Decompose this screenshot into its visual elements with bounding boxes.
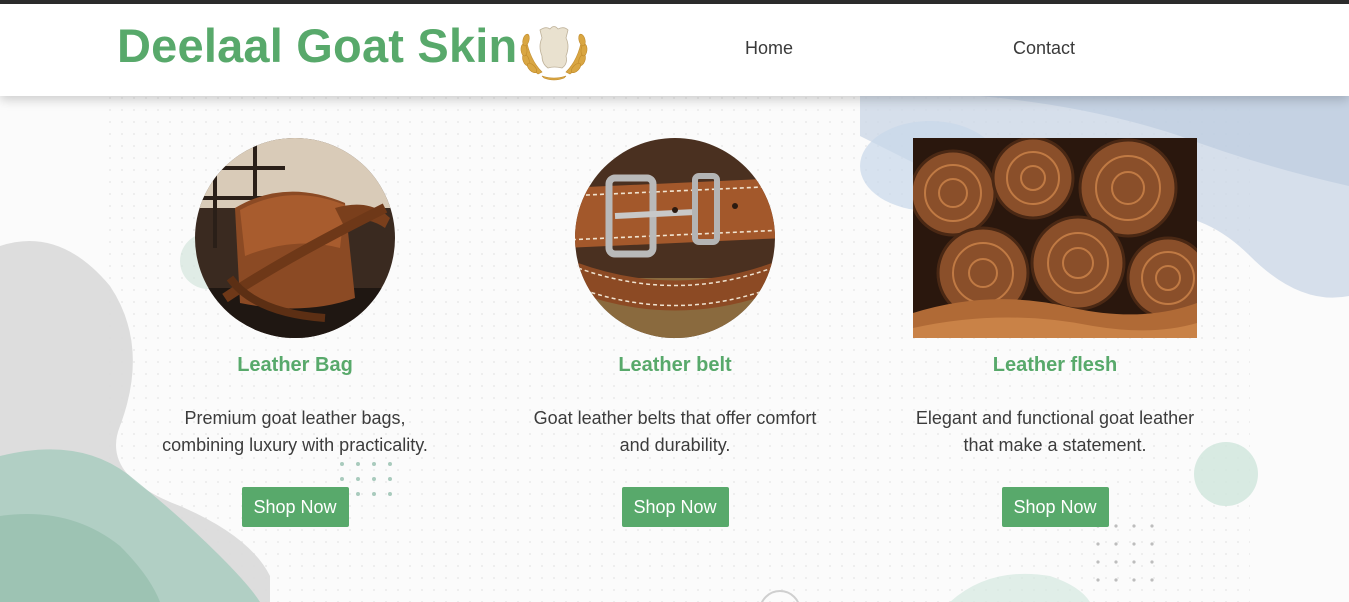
nav-contact-link[interactable]: Contact bbox=[1013, 38, 1075, 59]
product-card-leather-flesh: Leather flesh Elegant and functional goa… bbox=[865, 138, 1245, 527]
product-card-leather-belt: Leather belt Goat leather belts that off… bbox=[485, 138, 865, 527]
product-description: Premium goat leather bags, combining lux… bbox=[162, 408, 428, 455]
brand-title[interactable]: Deelaal Goat Skin bbox=[117, 18, 517, 73]
leather-rolls-photo[interactable] bbox=[913, 138, 1197, 338]
shop-now-button[interactable]: Shop Now bbox=[1001, 487, 1109, 527]
product-title: Leather Bag bbox=[237, 354, 353, 376]
shop-now-button[interactable]: Shop Now bbox=[621, 487, 729, 527]
product-title: Leather flesh bbox=[992, 354, 1118, 376]
product-description: Goat leather belts that offer comfort an… bbox=[533, 408, 817, 455]
product-card-leather-bag: Leather Bag Premium goat leather bags, c… bbox=[105, 138, 485, 527]
goat-skin-laurel-logo-icon[interactable] bbox=[518, 20, 590, 82]
shop-now-button[interactable]: Shop Now bbox=[241, 487, 349, 527]
leather-bag-photo[interactable] bbox=[195, 138, 395, 338]
nav-home-link[interactable]: Home bbox=[745, 38, 793, 59]
navbar: Deelaal Goat Skin Home Contact bbox=[0, 4, 1349, 96]
product-title: Leather belt bbox=[618, 354, 732, 376]
leather-belt-photo[interactable] bbox=[575, 138, 775, 338]
product-description: Elegant and functional goat leather that… bbox=[915, 408, 1195, 455]
